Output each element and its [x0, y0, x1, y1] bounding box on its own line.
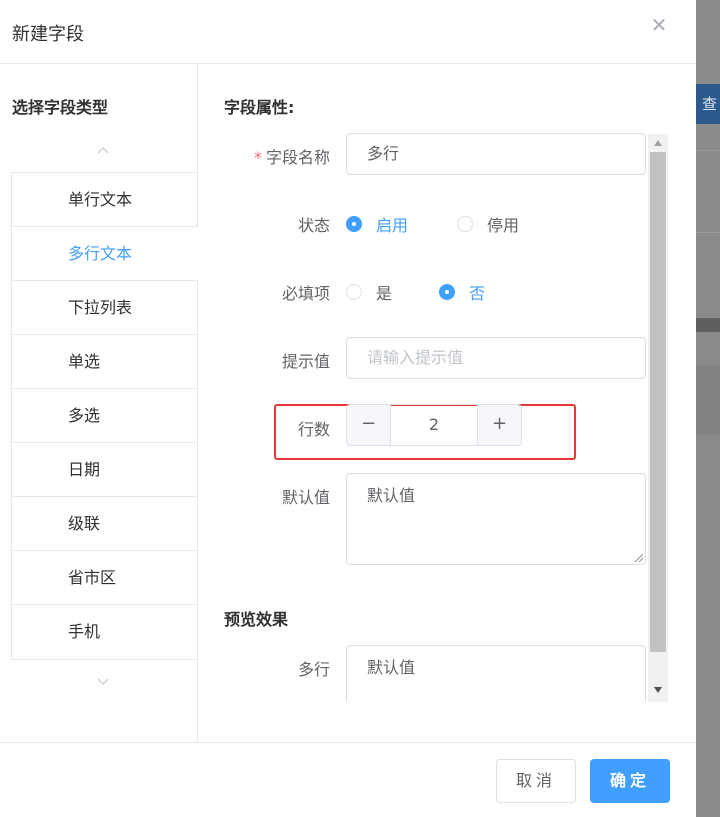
background-divider	[696, 232, 720, 233]
radio-status-enabled[interactable]: 启用	[346, 212, 408, 236]
radio-checked-icon	[439, 284, 455, 300]
resize-grip-icon[interactable]	[633, 552, 643, 562]
radio-status-disabled[interactable]: 停用	[457, 212, 519, 236]
field-name-label: * 字段名称	[253, 148, 330, 167]
background-block	[696, 365, 720, 435]
chevron-down-icon[interactable]	[96, 674, 110, 688]
field-type-item-active[interactable]: 多行文本	[12, 227, 198, 281]
scroll-up-arrow-icon[interactable]	[653, 139, 663, 147]
default-value-text: 默认值	[367, 486, 416, 505]
chevron-up-icon[interactable]	[96, 144, 110, 158]
background-bar	[696, 318, 720, 332]
required-star: *	[253, 148, 262, 167]
radio-required-yes[interactable]: 是	[346, 280, 392, 304]
new-field-dialog: 新建字段 ✕ 选择字段类型 单行文本 多行文本 下拉列表 单选 多选 日期 级联…	[0, 0, 696, 817]
field-type-item[interactable]: 单行文本	[12, 173, 198, 227]
background-divider	[696, 150, 720, 151]
form-scrollbar[interactable]	[648, 134, 668, 702]
radio-required-no[interactable]: 否	[439, 280, 485, 304]
status-label: 状态	[297, 216, 330, 235]
field-type-panel: 选择字段类型 单行文本 多行文本 下拉列表 单选 多选 日期 级联 省市区 手机	[0, 64, 198, 742]
preview-title: 预览效果	[224, 610, 289, 629]
preview-textarea[interactable]: 默认值	[346, 645, 646, 702]
default-value-label: 默认值	[281, 488, 330, 507]
plus-icon[interactable]: +	[477, 405, 521, 445]
hint-input[interactable]: 请输入提示值	[346, 337, 646, 379]
hint-label: 提示值	[281, 352, 330, 371]
section-title: 字段属性:	[224, 98, 295, 117]
dialog-header: 新建字段 ✕	[0, 0, 696, 64]
field-properties-form: 字段属性: * 字段名称 多行 状态 启用 停用 必填项 是 否 提示值 请输入提…	[198, 64, 696, 702]
radio-unchecked-icon	[457, 216, 473, 232]
confirm-button[interactable]: 确定	[590, 759, 670, 803]
field-type-item[interactable]: 手机	[12, 605, 198, 659]
field-type-item[interactable]: 级联	[12, 497, 198, 551]
field-type-item[interactable]: 单选	[12, 335, 198, 389]
preview-label: 多行	[297, 660, 330, 679]
default-value-textarea[interactable]: 默认值	[346, 473, 646, 565]
scroll-thumb[interactable]	[650, 152, 666, 652]
field-type-item[interactable]: 省市区	[12, 551, 198, 605]
field-type-item[interactable]: 多选	[12, 389, 198, 443]
field-name-input[interactable]: 多行	[346, 133, 646, 175]
field-type-item[interactable]: 下拉列表	[12, 281, 198, 335]
required-label: 必填项	[281, 284, 330, 303]
rows-stepper: − 2 +	[346, 404, 522, 446]
radio-unchecked-icon	[346, 284, 362, 300]
background-query-button: 查	[696, 84, 720, 124]
field-type-list: 单行文本 多行文本 下拉列表 单选 多选 日期 级联 省市区 手机	[11, 172, 198, 660]
preview-text: 默认值	[367, 658, 416, 677]
radio-checked-icon	[346, 216, 362, 232]
field-type-heading: 选择字段类型	[12, 98, 109, 117]
cancel-button[interactable]: 取消	[496, 759, 576, 803]
rows-label: 行数	[297, 420, 330, 439]
minus-icon[interactable]: −	[347, 405, 391, 445]
close-icon[interactable]: ✕	[648, 14, 670, 36]
dialog-title: 新建字段	[12, 24, 84, 45]
field-type-item[interactable]: 日期	[12, 443, 198, 497]
scroll-down-arrow-icon[interactable]	[653, 686, 663, 694]
dialog-footer: 取消 确定	[0, 742, 696, 817]
rows-value[interactable]: 2	[391, 405, 477, 445]
